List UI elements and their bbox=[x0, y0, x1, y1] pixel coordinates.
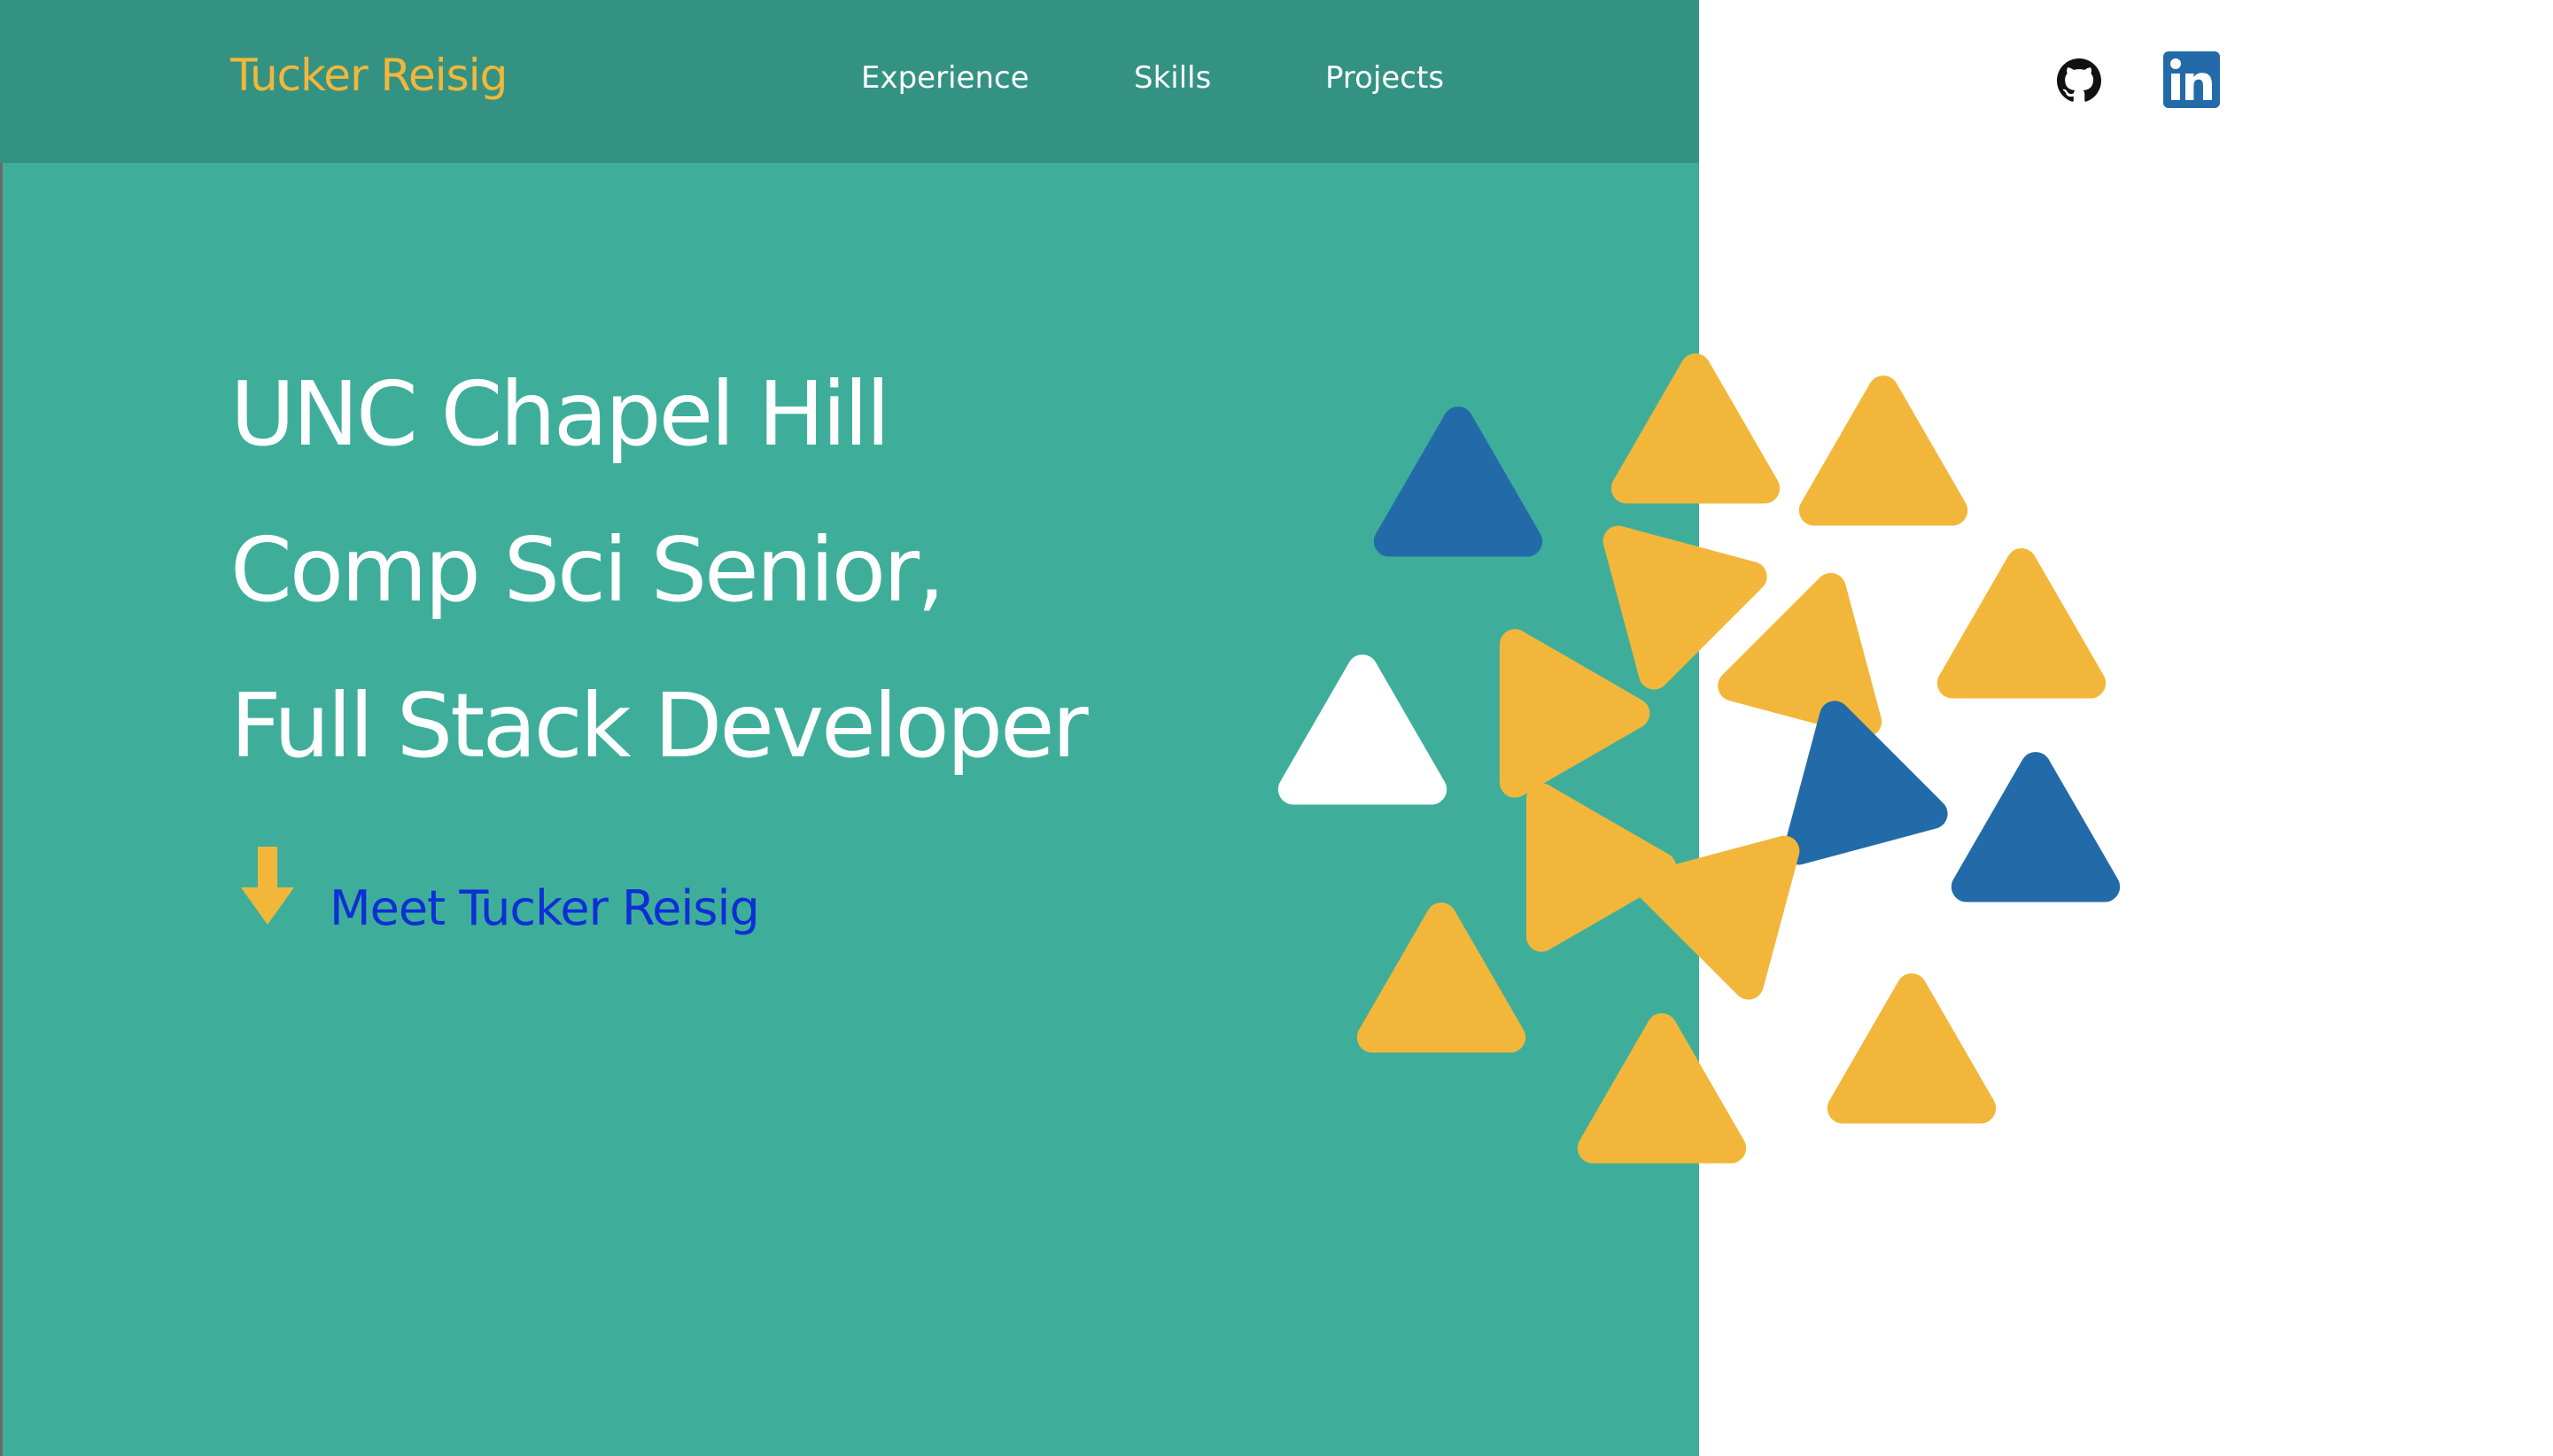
decorative-triangle bbox=[1936, 548, 2107, 699]
decorative-triangle bbox=[1951, 752, 2121, 902]
decorative-triangle bbox=[1718, 572, 1882, 737]
decorative-triangle bbox=[1277, 654, 1447, 805]
page: Tucker Reisig Experience Skills Projects… bbox=[0, 0, 2553, 1456]
decorative-triangle bbox=[1499, 629, 1650, 798]
decorative-triangle bbox=[1827, 973, 1997, 1124]
decorative-triangle bbox=[1373, 407, 1543, 557]
decorative-triangle bbox=[1356, 902, 1526, 1053]
decorative-triangle bbox=[1577, 1013, 1747, 1164]
decorative-triangle bbox=[1602, 525, 1767, 690]
triangle-pattern bbox=[1277, 353, 2121, 1164]
decorative-triangle bbox=[1798, 376, 1968, 526]
decorative-triangle bbox=[1525, 783, 1677, 952]
decorative-triangle bbox=[1610, 353, 1781, 504]
